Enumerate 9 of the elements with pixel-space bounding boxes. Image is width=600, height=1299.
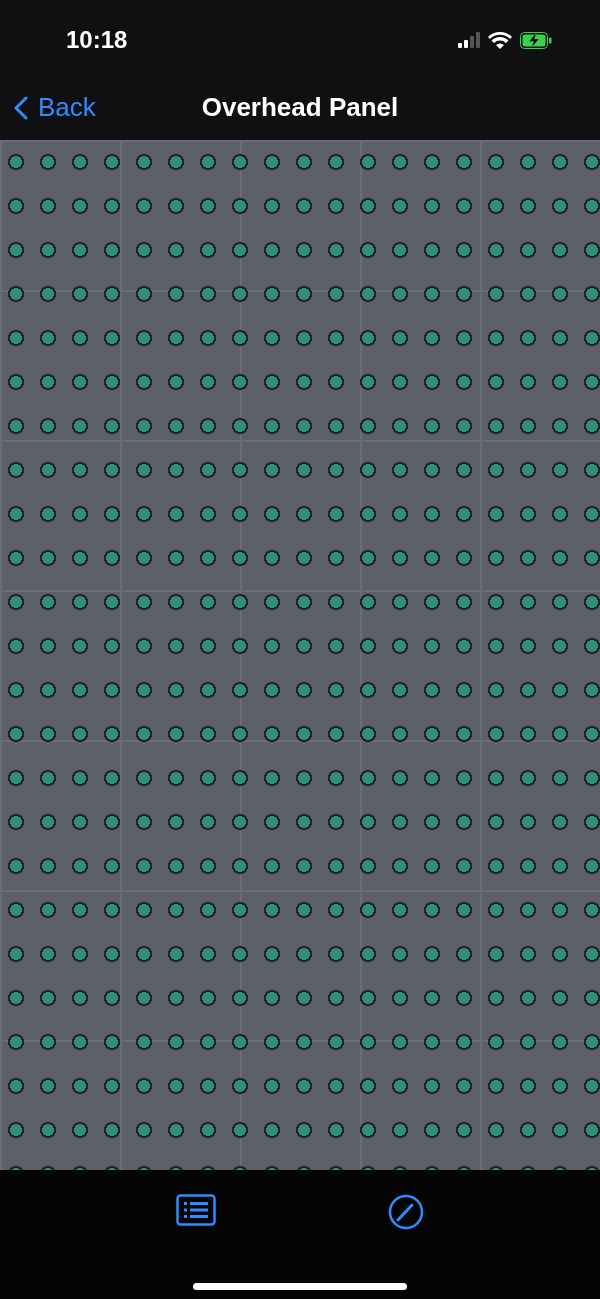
list-icon[interactable] bbox=[176, 1194, 216, 1226]
back-button[interactable]: Back bbox=[12, 90, 98, 125]
status-time: 10:18 bbox=[66, 26, 128, 54]
compass-icon[interactable] bbox=[388, 1194, 424, 1230]
wifi-icon bbox=[488, 31, 512, 49]
battery-charging-icon bbox=[520, 31, 552, 49]
signal-icon bbox=[458, 32, 480, 48]
chevron-left-icon bbox=[14, 95, 28, 120]
nav-title: Overhead Panel bbox=[201, 91, 399, 123]
